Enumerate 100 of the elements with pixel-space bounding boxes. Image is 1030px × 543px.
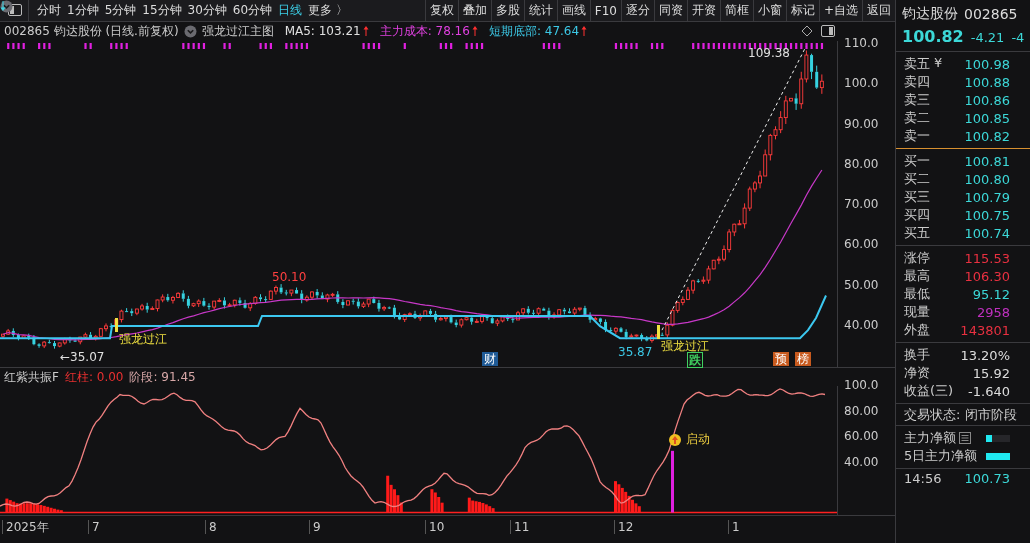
quote-value: 95.12	[972, 286, 1010, 302]
toolbar-button[interactable]: 多股	[490, 0, 524, 21]
quote-label: 卖五	[904, 55, 930, 73]
event-tag: 跌	[687, 351, 703, 368]
axis-label: 110.0	[844, 35, 879, 50]
price-label: 35.87	[618, 344, 653, 359]
indicator-name: 强龙过江主图	[201, 22, 274, 40]
quote-value: 13.20%	[960, 347, 1010, 363]
axis-label: 60.00	[844, 429, 879, 444]
indicator-name: 红紫共振F	[4, 368, 59, 386]
axis-label: 50.00	[844, 277, 879, 292]
toolbar-button[interactable]: 复权	[424, 0, 458, 21]
axis-label: 80.00	[844, 156, 879, 171]
quote-label: 卖二	[904, 109, 930, 127]
toolbar-button[interactable]: 逐分	[620, 0, 654, 21]
toolbar-button[interactable]: 统计	[523, 0, 557, 21]
quote-label: 涨停	[904, 249, 930, 267]
stock-name: 钧达股份	[902, 4, 958, 23]
time-label: 12	[614, 520, 634, 535]
quote-label: 买五	[904, 224, 930, 242]
event-tag: 榜	[795, 351, 811, 366]
time-label: 9	[309, 520, 321, 535]
quote-label: 换手	[904, 346, 930, 364]
quote-label: 买四	[904, 206, 930, 224]
axis-label: 80.00	[844, 403, 879, 418]
quote-label: 5日主力净额	[904, 447, 978, 465]
period-tab[interactable]: 30分钟	[187, 1, 227, 19]
toolbar-button[interactable]: 简框	[719, 0, 753, 21]
time-label: 7	[88, 520, 100, 535]
price-label: ←35.07	[60, 349, 105, 364]
axis-label: 70.00	[844, 197, 879, 212]
toolbar-button[interactable]: 同资	[653, 0, 687, 21]
indicator-value: 阶段: 91.45	[129, 368, 196, 386]
indicator-value: MA5: 103.21	[284, 24, 361, 39]
event-tag: 财	[482, 351, 498, 366]
axis-label: 100.0	[844, 378, 879, 393]
quote-value: 100.85	[964, 110, 1010, 126]
quote-value: 100.75	[964, 207, 1010, 223]
quote-value: 2958	[976, 304, 1010, 320]
signal-label: 强龙过江	[661, 338, 709, 353]
time-label: 11	[510, 520, 530, 535]
change-percent: -4	[1011, 30, 1025, 45]
toolbar-button[interactable]: 小窗	[752, 0, 786, 21]
axis-label: 40.00	[844, 318, 879, 332]
toolbar-button[interactable]: 开资	[686, 0, 720, 21]
quote-value: 100.74	[964, 225, 1010, 241]
quote-label: 卖三	[904, 91, 930, 109]
toolbar-button[interactable]: +自选	[818, 0, 862, 21]
period-tab[interactable]: 1分钟	[67, 1, 99, 19]
period-tab[interactable]: 5分钟	[104, 1, 137, 19]
axis-label: 100.0	[844, 76, 879, 91]
time-label: 8	[205, 520, 217, 535]
quote-value: 106.30	[964, 268, 1010, 284]
quote-label: 收益(三)	[904, 382, 954, 400]
chart-title: 002865 钧达股份 (日线.前复权)	[4, 22, 179, 40]
tick-time: 14:56	[904, 470, 942, 486]
axis-label: 60.00	[844, 237, 879, 252]
quote-label: 外盘	[904, 321, 930, 339]
signal-label: 启动	[686, 431, 710, 449]
event-tag: 预	[773, 351, 789, 366]
quote-label: 买三	[904, 188, 930, 206]
quote-value: 100.81	[964, 153, 1010, 169]
period-tab[interactable]: 分时	[37, 1, 61, 19]
quote-label: 最高	[904, 267, 930, 285]
toolbar-button[interactable]: 标记	[785, 0, 819, 21]
toolbar-button[interactable]: 叠加	[457, 0, 491, 21]
quote-value: 100.88	[964, 74, 1010, 90]
quote-value: 15.92	[972, 365, 1010, 381]
quote-value: 115.53	[964, 250, 1010, 266]
period-tab[interactable]: 更多 〉	[308, 1, 348, 19]
stock-code: 002865	[964, 5, 1018, 22]
tick-price: 100.73	[964, 470, 1010, 486]
price-change: -4.21	[970, 30, 1005, 45]
quote-value: 100.98	[964, 56, 1010, 72]
quote-value: 100.82	[964, 128, 1010, 144]
indicator-value: 主力成本: 78.16	[379, 22, 470, 40]
quote-value: -1.640	[968, 383, 1010, 399]
quote-label: 主力净额	[904, 429, 956, 447]
toolbar-button[interactable]: 返回	[862, 0, 895, 21]
quote-label: 现量	[904, 303, 930, 321]
period-tab[interactable]: 15分钟	[142, 1, 182, 19]
toolbar-button[interactable]: F10	[589, 0, 621, 21]
signal-label: 强龙过江	[119, 331, 167, 346]
quote-label: 净资	[904, 364, 930, 382]
price-label: 109.38	[748, 45, 790, 60]
period-tab[interactable]: 日线	[278, 1, 303, 19]
indicator-value: 短期底部: 47.64	[488, 22, 580, 40]
axis-label: 40.00	[844, 455, 879, 470]
quote-label: 买二	[904, 170, 930, 188]
currency-label: ¥	[934, 55, 943, 72]
period-tab[interactable]: 60分钟	[232, 1, 273, 19]
indicator-value: 红柱: 0.00	[64, 368, 124, 386]
quote-value: 143801	[960, 322, 1010, 338]
toolbar-button[interactable]: 画线	[556, 0, 590, 21]
quote-label: 买一	[904, 152, 930, 170]
quote-value: 100.80	[964, 171, 1010, 187]
quote-label: 最低	[904, 285, 930, 303]
quote-label: 卖四	[904, 73, 930, 91]
price-label: 50.10	[272, 269, 307, 284]
time-label: 10	[425, 520, 445, 535]
